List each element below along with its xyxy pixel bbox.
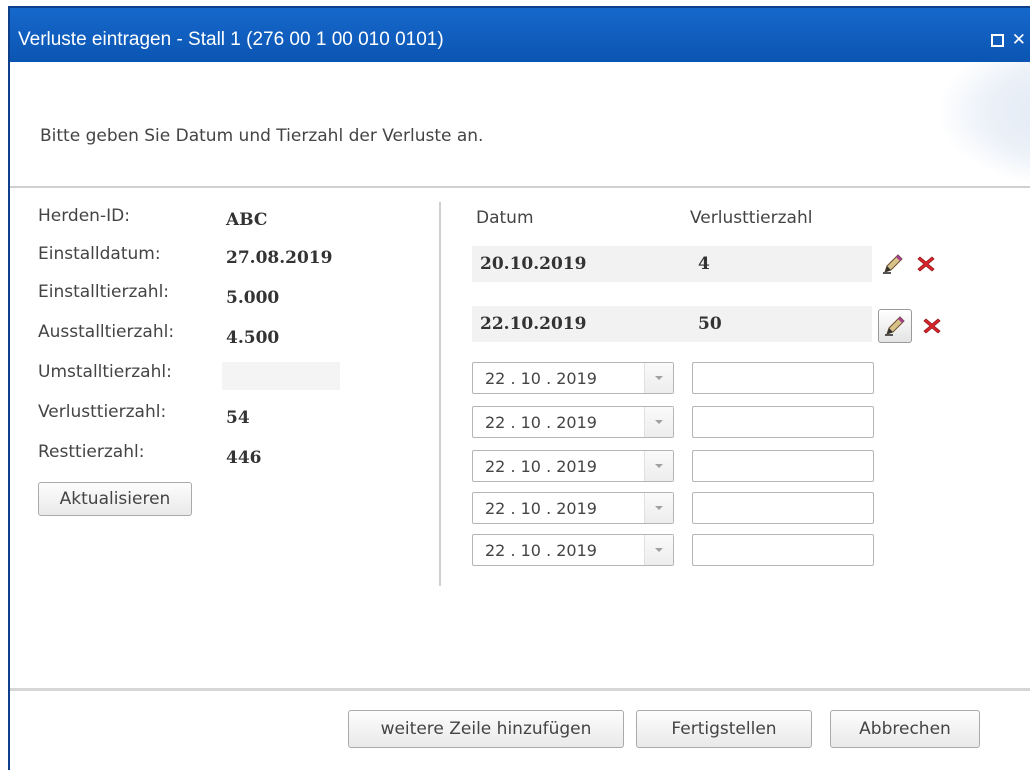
einstalldatum-label: Einstalldatum: — [38, 244, 161, 264]
loss-count-input[interactable] — [692, 492, 874, 524]
loss-entry-row: 22.10.2019 50 — [472, 306, 872, 342]
dialog-title: Verluste eintragen - Stall 1 (276 00 1 0… — [18, 29, 444, 50]
date-picker[interactable]: 22 . 10 . 2019 — [472, 492, 674, 524]
delete-x-icon[interactable] — [916, 254, 936, 274]
date-picker-value: 22 . 10 . 2019 — [485, 369, 597, 388]
header-decoration — [940, 62, 1030, 186]
chevron-down-icon[interactable] — [644, 407, 673, 437]
window-controls: ✕ — [990, 30, 1026, 50]
resttierzahl-value: 446 — [226, 448, 262, 468]
ausstalltierzahl-value: 4.500 — [226, 328, 280, 348]
date-picker-value: 22 . 10 . 2019 — [485, 413, 597, 432]
footer-divider — [10, 688, 1030, 691]
add-row-button[interactable]: weitere Zeile hinzufügen — [348, 710, 624, 748]
date-picker[interactable]: 22 . 10 . 2019 — [472, 362, 674, 394]
instruction-text: Bitte geben Sie Datum und Tierzahl der V… — [40, 126, 484, 146]
verlusttierzahl-value: 54 — [226, 408, 250, 428]
loss-entry-dialog: Verluste eintragen - Stall 1 (276 00 1 0… — [8, 6, 1030, 770]
entry-date: 22.10.2019 — [480, 314, 587, 334]
verlusttierzahl-label: Verlusttierzahl: — [38, 402, 167, 422]
ausstalltierzahl-label: Ausstalltierzahl: — [38, 322, 175, 342]
count-column-header: Verlusttierzahl — [690, 208, 813, 228]
dialog-header: Bitte geben Sie Datum und Tierzahl der V… — [10, 62, 1030, 186]
date-picker-value: 22 . 10 . 2019 — [485, 499, 597, 518]
dialog-titlebar[interactable]: Verluste eintragen - Stall 1 (276 00 1 0… — [10, 8, 1030, 62]
close-icon[interactable]: ✕ — [1012, 31, 1026, 49]
edit-pencil-icon[interactable] — [878, 309, 912, 343]
chevron-down-icon[interactable] — [644, 451, 673, 481]
finish-button[interactable]: Fertigstellen — [636, 710, 812, 748]
header-divider — [10, 186, 1030, 188]
resttierzahl-label: Resttierzahl: — [38, 442, 145, 462]
date-picker[interactable]: 22 . 10 . 2019 — [472, 450, 674, 482]
date-picker-value: 22 . 10 . 2019 — [485, 541, 597, 560]
umstalltierzahl-label: Umstalltierzahl: — [38, 362, 172, 382]
date-picker-value: 22 . 10 . 2019 — [485, 457, 597, 476]
entry-count: 4 — [698, 254, 710, 274]
umstalltierzahl-value — [222, 362, 340, 390]
maximize-icon[interactable] — [990, 33, 1004, 47]
chevron-down-icon[interactable] — [644, 363, 673, 393]
loss-count-input[interactable] — [692, 406, 874, 438]
entry-count: 50 — [698, 314, 722, 334]
herden-id-value: ABC — [226, 210, 268, 230]
chevron-down-icon[interactable] — [644, 493, 673, 523]
herden-id-label: Herden-ID: — [38, 206, 130, 226]
date-picker[interactable]: 22 . 10 . 2019 — [472, 406, 674, 438]
cancel-button[interactable]: Abbrechen — [830, 710, 980, 748]
einstalltierzahl-value: 5.000 — [226, 288, 280, 308]
loss-count-input[interactable] — [692, 450, 874, 482]
delete-x-icon[interactable] — [922, 316, 942, 336]
date-column-header: Datum — [476, 208, 534, 228]
chevron-down-icon[interactable] — [644, 535, 673, 565]
entry-date: 20.10.2019 — [480, 254, 587, 274]
einstalltierzahl-label: Einstalltierzahl: — [38, 282, 170, 302]
column-divider — [439, 202, 441, 586]
loss-entry-row: 20.10.2019 4 — [472, 246, 872, 282]
edit-pencil-icon[interactable] — [878, 249, 908, 279]
loss-count-input[interactable] — [692, 534, 874, 566]
date-picker[interactable]: 22 . 10 . 2019 — [472, 534, 674, 566]
refresh-button[interactable]: Aktualisieren — [38, 482, 192, 516]
loss-count-input[interactable] — [692, 362, 874, 394]
einstalldatum-value: 27.08.2019 — [226, 248, 333, 268]
